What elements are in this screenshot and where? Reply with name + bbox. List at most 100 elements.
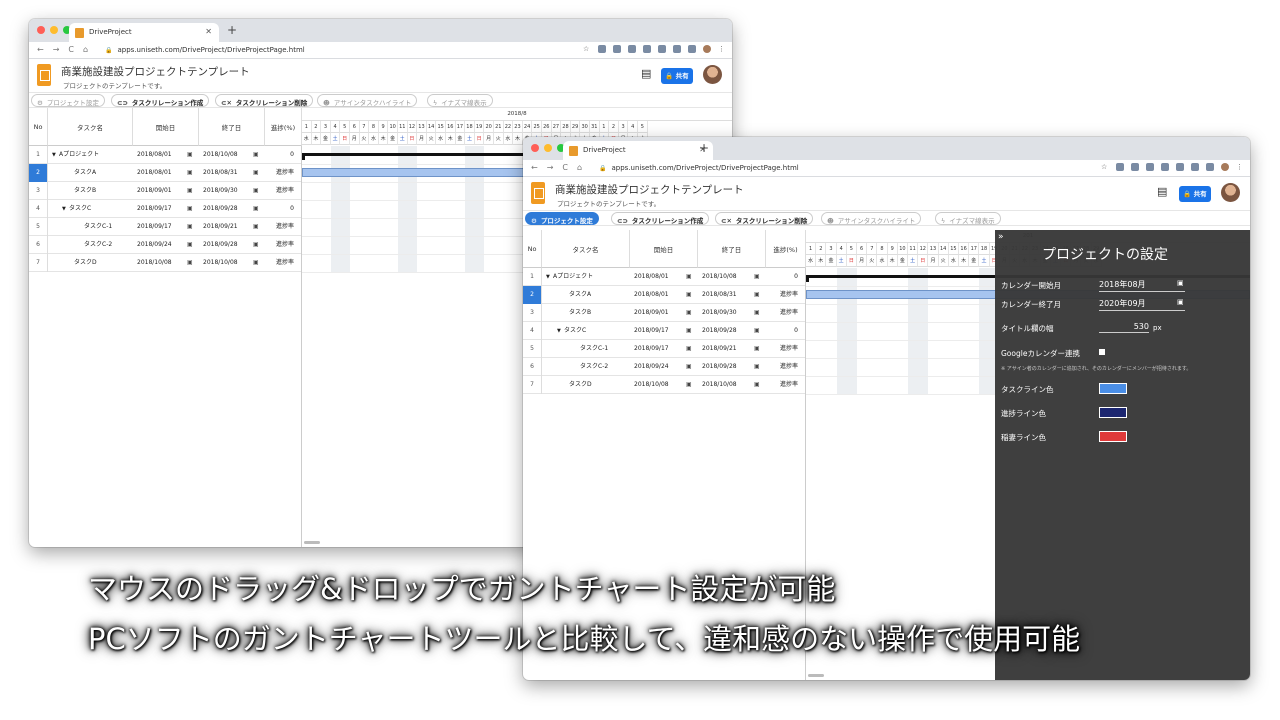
calendar-icon[interactable] [253,182,259,200]
calendar-icon[interactable] [253,218,259,236]
browser-tab[interactable]: DriveProject ✕ [69,23,219,42]
calendar-icon[interactable] [187,236,193,254]
extension-icon[interactable] [1176,163,1184,171]
calendar-icon[interactable] [187,182,193,200]
user-avatar[interactable] [1221,183,1240,202]
table-row[interactable]: 6 タスクC-2 2018/09/24 2018/09/28 進捗率 [29,236,301,254]
extension-icon[interactable] [598,45,606,53]
extension-icon[interactable] [613,45,621,53]
task-name[interactable]: タスクD [74,254,97,272]
progress-value[interactable]: 0 [265,146,294,164]
table-row[interactable]: 2 タスクA 2018/08/01 2018/08/31 進捗率 [29,164,301,182]
task-line-color-swatch[interactable] [1099,383,1127,394]
calendar-icon[interactable] [686,340,692,358]
user-avatar[interactable] [703,65,722,84]
calendar-icon[interactable] [754,322,760,340]
home-icon[interactable]: ⌂ [83,45,88,54]
calendar-icon[interactable]: ▣ [1177,279,1184,287]
task-table[interactable]: Noタスク名開始日終了日進捗(%)1▼Aプロジェクト2018/08/012018… [523,230,806,680]
calendar-icon[interactable] [686,358,692,376]
start-date[interactable]: 2018/09/24 [137,236,172,254]
start-date[interactable]: 2018/10/08 [634,376,669,394]
calendar-icon[interactable] [187,200,193,218]
progress-value[interactable]: 進捗率 [265,218,294,236]
task-name[interactable]: タスクA [569,286,591,304]
reload-icon[interactable]: C [562,163,568,172]
start-date[interactable]: 2018/08/01 [137,146,172,164]
chat-icon[interactable]: ▤ [641,67,651,80]
table-row[interactable]: 2 タスクA 2018/08/01 2018/08/31 進捗率 [523,286,805,304]
calendar-icon[interactable] [686,286,692,304]
progress-value[interactable]: 0 [766,322,798,340]
task-name[interactable]: タスクA [74,164,96,182]
assign-highlight-button[interactable]: ☻ アサインタスクハイライト [821,212,922,225]
end-date[interactable]: 2018/09/30 [702,304,737,322]
new-tab-button[interactable]: + [227,23,237,37]
progress-value[interactable]: 進捗率 [766,286,798,304]
back-icon[interactable]: ← [37,45,44,54]
cal-end-input[interactable]: 2020年09月 [1099,298,1185,311]
calendar-icon[interactable] [686,304,692,322]
lightning-line-button[interactable]: ϟ イナズマ線表示 [427,94,493,107]
url-field[interactable]: apps.uniseth.com/DriveProject/DriveProje… [599,164,798,172]
table-row[interactable]: 5 タスクC-1 2018/09/17 2018/09/21 進捗率 [29,218,301,236]
calendar-icon[interactable] [754,376,760,394]
extension-icon[interactable] [1161,163,1169,171]
google-cal-checkbox[interactable] [1099,349,1105,355]
end-date[interactable]: 2018/09/28 [702,358,737,376]
project-settings-button[interactable]: ⚙ プロジェクト設定 [525,212,599,225]
puzzle-icon[interactable] [1206,163,1214,171]
end-date[interactable]: 2018/09/28 [203,236,238,254]
start-date[interactable]: 2018/10/08 [137,254,172,272]
url-field[interactable]: apps.uniseth.com/DriveProject/DriveProje… [105,46,304,54]
progress-value[interactable]: 進捗率 [265,236,294,254]
end-date[interactable]: 2018/08/31 [203,164,238,182]
progress-line-color-swatch[interactable] [1099,407,1127,418]
close-window-button[interactable] [531,144,539,152]
calendar-icon[interactable] [187,146,193,164]
browser-tab[interactable]: DriveProject ✕ [563,141,713,160]
start-date[interactable]: 2018/09/24 [634,358,669,376]
start-date[interactable]: 2018/09/17 [137,200,172,218]
progress-value[interactable]: 0 [265,200,294,218]
back-icon[interactable]: ← [531,163,538,172]
calendar-icon[interactable]: ▣ [1177,298,1184,306]
start-date[interactable]: 2018/09/17 [634,340,669,358]
horizontal-scrollbar[interactable] [304,541,320,544]
bookmark-star-icon[interactable]: ☆ [583,45,591,53]
calendar-icon[interactable] [686,322,692,340]
progress-value[interactable]: 進捗率 [766,304,798,322]
task-name[interactable]: タスクC-1 [580,340,608,358]
extension-icon[interactable] [628,45,636,53]
share-button[interactable]: 🔒 共有 [1179,186,1211,202]
expand-toggle-icon[interactable]: ▼ [557,322,561,340]
lightning-line-color-swatch[interactable] [1099,431,1127,442]
calendar-icon[interactable] [686,268,692,286]
create-relation-button[interactable]: ⊂⊃ タスクリレーション作成 [611,212,710,225]
start-date[interactable]: 2018/08/01 [634,268,669,286]
end-date[interactable]: 2018/09/21 [702,340,737,358]
calendar-icon[interactable] [754,268,760,286]
end-date[interactable]: 2018/10/08 [702,376,737,394]
task-name[interactable]: Aプロジェクト [553,268,593,286]
minimize-window-button[interactable] [544,144,552,152]
progress-value[interactable]: 進捗率 [265,164,294,182]
progress-value[interactable]: 進捗率 [766,340,798,358]
start-date[interactable]: 2018/08/01 [137,164,172,182]
progress-value[interactable]: 進捗率 [766,376,798,394]
table-row[interactable]: 7 タスクD 2018/10/08 2018/10/08 進捗率 [29,254,301,272]
horizontal-scrollbar[interactable] [808,674,824,677]
bookmark-star-icon[interactable]: ☆ [1101,163,1109,171]
table-row[interactable]: 4 ▼タスクC 2018/09/17 2018/09/28 0 [523,322,805,340]
home-icon[interactable]: ⌂ [577,163,582,172]
table-row[interactable]: 5 タスクC-1 2018/09/17 2018/09/21 進捗率 [523,340,805,358]
start-date[interactable]: 2018/09/01 [137,182,172,200]
forward-icon[interactable]: → [53,45,60,54]
create-relation-button[interactable]: ⊂⊃ タスクリレーション作成 [111,94,210,107]
expand-toggle-icon[interactable]: ▼ [52,146,56,164]
calendar-icon[interactable] [187,164,193,182]
minimize-window-button[interactable] [50,26,58,34]
assign-highlight-button[interactable]: ☻ アサインタスクハイライト [317,94,418,107]
task-name[interactable]: タスクC-1 [84,218,112,236]
task-name[interactable]: Aプロジェクト [59,146,99,164]
